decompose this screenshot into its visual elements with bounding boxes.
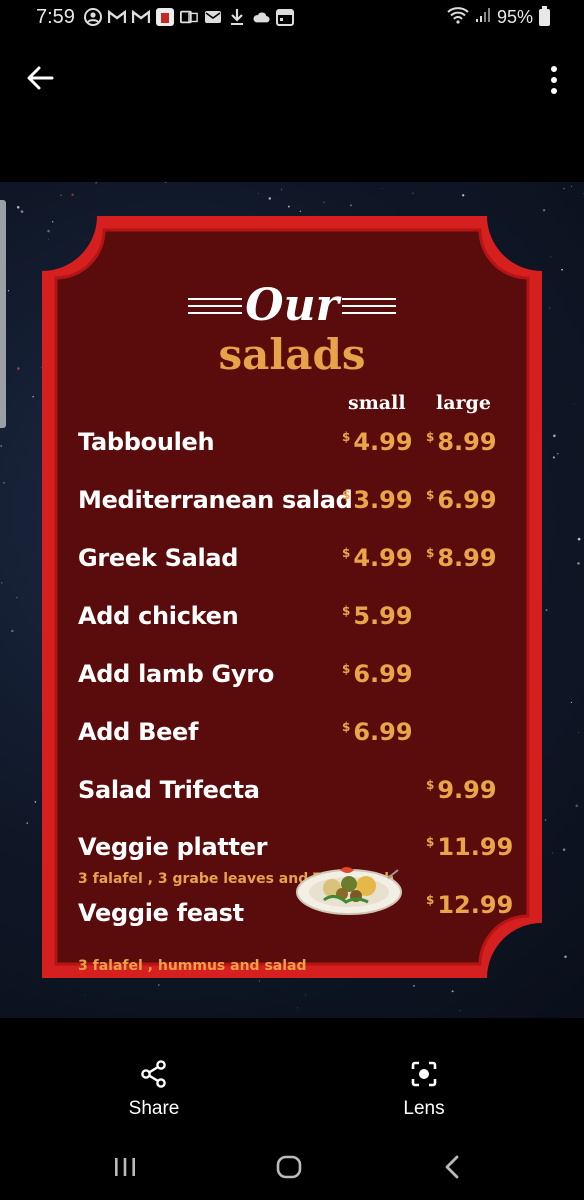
menu-item-name: Add lamb Gyro [78, 660, 275, 688]
menu-item-name: Veggie platter [78, 833, 268, 861]
price-small: $6.99 [342, 718, 413, 746]
status-time: 7:59 [36, 6, 75, 28]
menu-item-name: Add chicken [78, 602, 239, 630]
notification-icons [84, 8, 294, 26]
home-icon[interactable] [274, 1152, 304, 1182]
price-small: $4.99 [342, 428, 413, 456]
calendar-icon [276, 8, 294, 26]
menu-item-name: Tabbouleh [78, 428, 215, 456]
menu-title-salads: salads [218, 330, 366, 379]
photo-edge-handle [0, 200, 6, 428]
status-right: 95% [447, 6, 550, 29]
food-plate-image [296, 867, 402, 915]
column-small-header: small [348, 392, 406, 414]
price-large: $8.99 [426, 428, 497, 456]
menu-board: Our salads small large Tabbouleh $4.99 $… [42, 216, 542, 978]
menu-item-name: Add Beef [78, 718, 199, 746]
menu-item-name: Veggie feast [78, 899, 244, 927]
menu-item-name: Greek Salad [78, 544, 239, 572]
gmail-icon [132, 8, 150, 26]
price-large: $8.99 [426, 544, 497, 572]
app-icon [156, 8, 174, 26]
price-small: $3.99 [342, 486, 413, 514]
lens-icon [411, 1061, 437, 1087]
lens-label: Lens [403, 1098, 445, 1119]
app-bar [0, 50, 584, 110]
menu-item-name: Salad Trifecta [78, 776, 260, 804]
more-options-icon[interactable] [544, 62, 564, 98]
share-icon [141, 1060, 166, 1088]
price-small: $6.99 [342, 660, 413, 688]
cloud-icon [252, 8, 270, 26]
back-nav-icon[interactable] [440, 1152, 464, 1182]
price-large: $9.99 [426, 776, 497, 804]
status-bar: 7:59 95% [0, 0, 584, 38]
wifi-icon [447, 6, 469, 29]
menu-photo[interactable]: Our salads small large Tabbouleh $4.99 $… [0, 182, 584, 1018]
price-small: $5.99 [342, 602, 413, 630]
download-icon [228, 8, 246, 26]
signal-icon [475, 7, 491, 28]
outlook-icon [180, 8, 198, 26]
battery-icon [539, 6, 550, 26]
photo-actions-bar: Share Lens [0, 1040, 584, 1130]
system-nav-bar [0, 1136, 584, 1200]
price-large: $11.99 [426, 833, 514, 861]
price-small: $4.99 [342, 544, 413, 572]
menu-title-our: Our [245, 280, 339, 331]
lens-button[interactable]: Lens [364, 1060, 484, 1120]
back-arrow-icon[interactable] [24, 62, 56, 94]
share-label: Share [128, 1098, 180, 1119]
price-large: $6.99 [426, 486, 497, 514]
battery-percent: 95% [496, 7, 533, 27]
column-large-header: large [436, 392, 491, 414]
gmail-icon [108, 8, 126, 26]
email-icon [204, 8, 222, 26]
share-button[interactable]: Share [94, 1060, 214, 1120]
price-large: $12.99 [426, 891, 514, 919]
recent-apps-icon[interactable] [112, 1154, 138, 1180]
account-icon [84, 8, 102, 26]
menu-item-name: Mediterranean salad [78, 486, 353, 514]
menu-item-description: 3 falafel , hummus and salad [78, 958, 307, 974]
